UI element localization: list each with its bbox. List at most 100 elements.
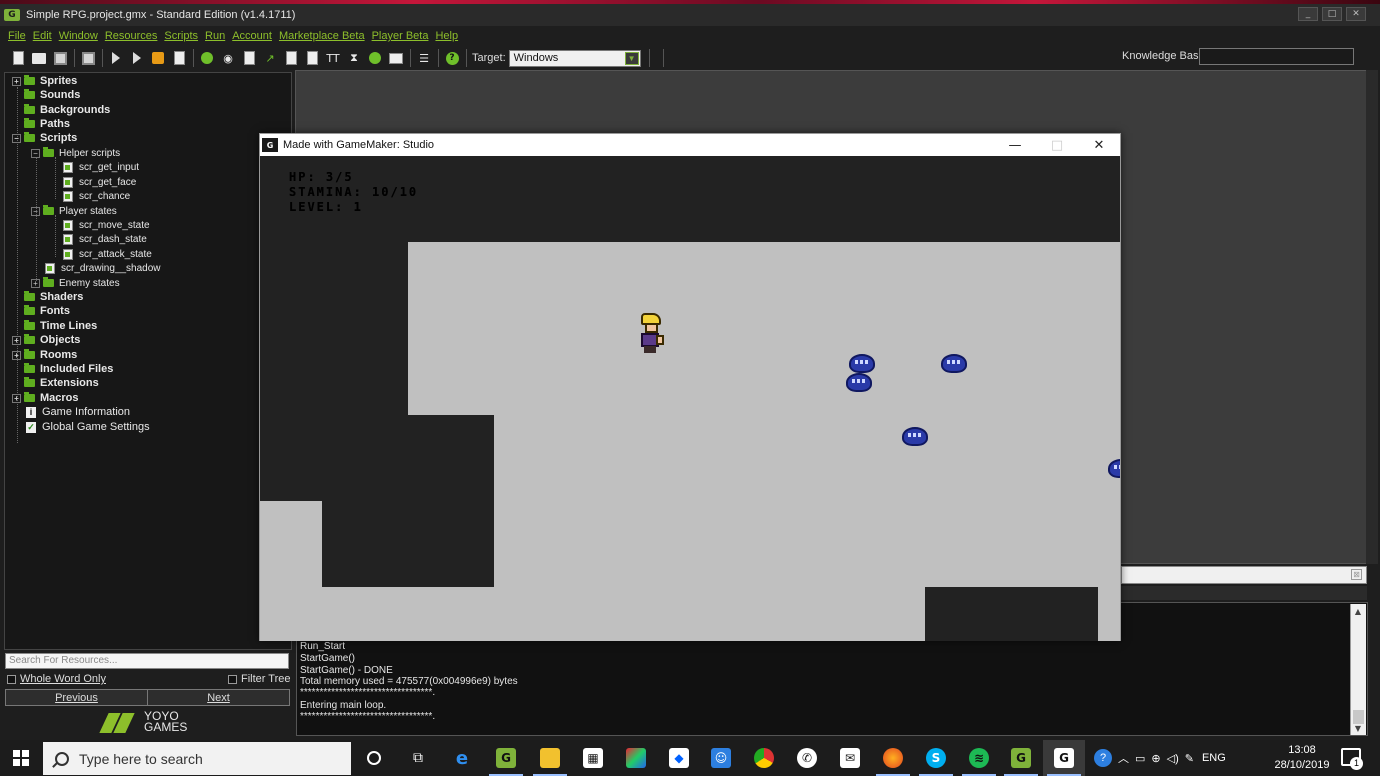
tree-item-enemy-states[interactable]: + Enemy states [31,276,120,290]
maximize-button[interactable]: □ [1322,7,1342,21]
knowledge-base-input[interactable] [1199,48,1354,65]
tree-item-global-game-settings[interactable]: ✓ Global Game Settings [26,420,150,434]
tree-item-paths[interactable]: Paths [24,117,70,131]
file-explorer-taskbar-icon[interactable] [529,740,571,776]
filter-tree-checkbox[interactable]: Filter Tree [228,672,291,686]
collapse-icon[interactable]: − [12,133,21,143]
output-scrollbar[interactable]: ▲ ▼ [1350,604,1366,735]
checkbox-box[interactable] [228,674,237,684]
cortana-button[interactable] [353,740,395,776]
tree-item-macros[interactable]: + Macros [12,391,79,405]
game-maximize-button[interactable]: □ [1036,134,1078,156]
app-taskbar-icon[interactable]: ☺ [700,740,742,776]
tree-item-extensions[interactable]: Extensions [24,376,99,390]
spotify-taskbar-icon[interactable]: ≋ [958,740,1000,776]
volume-icon[interactable]: ◁) [1167,752,1179,765]
tree-item-scr-drawing-shadow[interactable]: scr_drawing__shadow [45,261,161,275]
tree-item-game-information[interactable]: i Game Information [26,405,130,419]
taskbar-search-box[interactable]: Type here to search [43,742,351,775]
tree-item-scr-get-face[interactable]: scr_get_face [63,175,136,189]
tree-item-player-states[interactable]: − Player states [31,204,117,218]
help-tray-icon[interactable]: ? [1094,749,1112,767]
collapse-icon[interactable]: − [31,148,40,158]
whole-word-only-checkbox[interactable]: Whole Word Only [7,672,106,686]
add-room-button[interactable] [388,50,404,66]
add-object-button[interactable] [367,50,383,66]
minimize-button[interactable]: _ [1298,7,1318,21]
tree-item-shaders[interactable]: Shaders [24,290,83,304]
photos-taskbar-icon[interactable] [615,740,657,776]
network-icon[interactable]: ⊕ [1151,752,1160,765]
menu-scripts[interactable]: Scripts [164,30,198,42]
run-game-button[interactable] [108,50,124,66]
whatsapp-taskbar-icon[interactable]: ✆ [786,740,828,776]
tree-item-scr-move-state[interactable]: scr_move_state [63,218,150,232]
expand-icon[interactable]: + [31,278,40,288]
menu-resources[interactable]: Resources [105,30,158,42]
tree-item-scr-chance[interactable]: scr_chance [63,189,130,203]
gamemaker-taskbar-icon[interactable]: G [485,740,527,776]
new-project-button[interactable] [10,50,26,66]
open-project-button[interactable] [31,50,47,66]
tree-item-time-lines[interactable]: Time Lines [24,319,97,333]
tree-item-scr-get-input[interactable]: scr_get_input [63,160,139,174]
language-indicator[interactable]: ENG [1202,752,1226,764]
expand-icon[interactable]: + [12,350,21,360]
task-view-button[interactable]: ⧉ [397,740,439,776]
workspace-scrollbar[interactable] [1366,70,1378,564]
add-font-button[interactable]: TT [325,50,341,66]
firefox-taskbar-icon[interactable] [872,740,914,776]
start-button[interactable] [0,740,42,776]
chrome-taskbar-icon[interactable] [743,740,785,776]
game-taskbar-icon[interactable]: G [1043,740,1085,776]
resize-icon[interactable]: ⊠ [1351,569,1362,580]
tree-item-rooms[interactable]: + Rooms [12,348,77,362]
add-path-button[interactable]: ↗ [262,50,278,66]
add-background-button[interactable] [241,50,257,66]
scroll-up-icon[interactable]: ▲ [1351,604,1365,618]
menu-help[interactable]: Help [435,30,458,42]
search-resources-input[interactable]: Search For Resources... [5,653,289,669]
taskbar-clock[interactable]: 13:08 28/10/2019 [1270,743,1334,773]
edge-taskbar-icon[interactable]: e [441,740,483,776]
add-timeline-button[interactable]: ⧗ [346,50,362,66]
target-dropdown[interactable]: Windows ▼ [508,49,641,67]
save-project-button[interactable] [52,50,68,66]
clean-button[interactable] [171,50,187,66]
menu-player-beta[interactable]: Player Beta [372,30,429,42]
game-close-button[interactable]: ✕ [1078,134,1120,156]
store-taskbar-icon[interactable]: ▦ [572,740,614,776]
expand-icon[interactable]: + [12,335,21,345]
close-button[interactable]: ✕ [1346,7,1366,21]
mail-taskbar-icon[interactable]: ✉ [829,740,871,776]
previous-button[interactable]: Previous [5,689,148,706]
skype-taskbar-icon[interactable]: S [915,740,957,776]
debug-game-button[interactable] [129,50,145,66]
chevron-down-icon[interactable]: ▼ [624,51,639,65]
next-button[interactable]: Next [147,689,290,706]
gamemaker-runner-taskbar-icon[interactable]: G [1000,740,1042,776]
tree-item-backgrounds[interactable]: Backgrounds [24,103,110,117]
stop-button[interactable] [150,50,166,66]
tree-item-objects[interactable]: + Objects [12,333,80,347]
tree-item-scripts[interactable]: − Scripts [12,131,77,145]
menu-window[interactable]: Window [59,30,98,42]
tree-item-helper-scripts[interactable]: − Helper scripts [31,146,120,160]
scroll-down-icon[interactable]: ▼ [1351,721,1365,735]
menu-account[interactable]: Account [232,30,272,42]
game-canvas[interactable]: HP: 3/5 STAMINA: 10/10 LEVEL: 1 [260,156,1120,641]
dropbox-taskbar-icon[interactable]: ◆ [658,740,700,776]
checkbox-box[interactable] [7,674,16,684]
add-sprite-button[interactable] [199,50,215,66]
tree-item-sprites[interactable]: + Sprites [12,74,77,88]
add-sound-button[interactable]: ◉ [220,50,236,66]
menu-run[interactable]: Run [205,30,225,42]
menu-marketplace-beta[interactable]: Marketplace Beta [279,30,365,42]
tree-item-included-files[interactable]: Included Files [24,362,113,376]
tree-item-fonts[interactable]: Fonts [24,304,70,318]
game-settings-button[interactable]: ☰ [416,50,432,66]
tree-item-sounds[interactable]: Sounds [24,88,80,102]
create-executable-button[interactable] [80,50,96,66]
expand-icon[interactable]: + [12,76,21,86]
expand-icon[interactable]: + [12,393,21,403]
